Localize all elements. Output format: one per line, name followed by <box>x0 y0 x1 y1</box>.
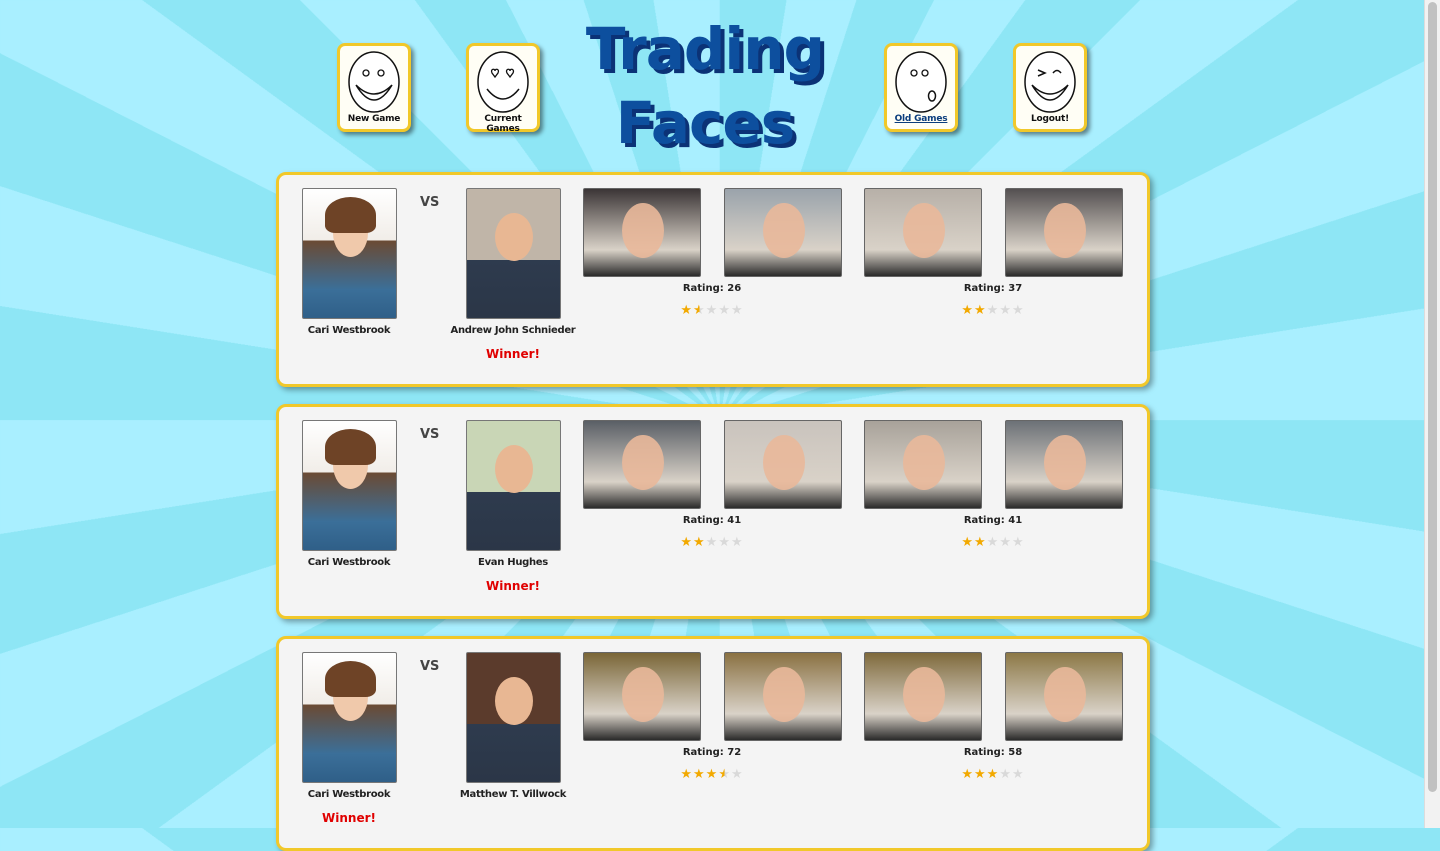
round-rating: Rating: 72 <box>682 747 742 758</box>
star-icon[interactable]: ★ <box>1012 535 1025 550</box>
winner-label: Winner! <box>322 811 376 825</box>
round-rating: Rating: 41 <box>963 515 1023 526</box>
kiss-face-icon <box>895 51 947 113</box>
face-shot-photo[interactable] <box>864 652 982 741</box>
current-games-label: Current Games <box>484 114 522 134</box>
star-rating[interactable]: ★★★★★ <box>923 303 1063 318</box>
star-icon[interactable]: ★ <box>999 767 1012 782</box>
new-game-button[interactable]: New Game <box>337 43 411 132</box>
star-icon[interactable]: ★ <box>974 303 987 318</box>
heart-eyes-face-icon <box>477 51 529 113</box>
player2-name: Andrew John Schnieder <box>450 325 576 336</box>
star-icon[interactable]: ★ <box>693 767 706 782</box>
player2-name: Evan Hughes <box>478 557 548 568</box>
star-icon[interactable]: ★ <box>680 535 693 550</box>
round-rating: Rating: 26 <box>682 283 742 294</box>
star-icon[interactable]: ★ <box>974 535 987 550</box>
star-rating[interactable]: ★★★★★ <box>642 535 782 550</box>
player2-photo[interactable] <box>466 188 561 319</box>
player1-name: Cari Westbrook <box>307 789 391 800</box>
star-icon[interactable]: ★ <box>987 767 1000 782</box>
star-icon[interactable]: ★ <box>680 767 693 782</box>
face-shot-photo[interactable] <box>1005 652 1123 741</box>
vs-label: VS <box>420 195 440 210</box>
player2-name: Matthew T. Villwock <box>459 789 567 800</box>
scrollbar[interactable] <box>1424 0 1440 828</box>
round-rating: Rating: 58 <box>963 747 1023 758</box>
star-rating[interactable]: ★★★★★ <box>642 767 782 782</box>
star-icon[interactable]: ★ <box>961 535 974 550</box>
star-rating[interactable]: ★★★★★ <box>923 535 1063 550</box>
face-shot-photo[interactable] <box>583 420 701 509</box>
star-icon[interactable]: ★ <box>961 303 974 318</box>
star-icon[interactable]: ★ <box>680 303 693 318</box>
round-rating: Rating: 37 <box>963 283 1023 294</box>
winner-label: Winner! <box>486 347 540 361</box>
star-icon[interactable]: ★ <box>731 303 744 318</box>
star-icon[interactable]: ★ <box>1012 767 1025 782</box>
star-icon[interactable]: ★ <box>693 535 706 550</box>
star-icon[interactable]: ★ <box>987 303 1000 318</box>
star-rating[interactable]: ★★★★★ <box>642 303 782 318</box>
face-shot-photo[interactable] <box>1005 188 1123 277</box>
game-card[interactable]: Cari Westbrook VS Andrew John Schnieder Wi… <box>276 172 1150 387</box>
page-title: Trading Faces <box>585 15 825 157</box>
star-icon[interactable]: ★ <box>718 535 731 550</box>
star-icon[interactable]: ★ <box>693 303 706 318</box>
round-rating: Rating: 41 <box>682 515 742 526</box>
current-games-button[interactable]: Current Games <box>466 43 540 134</box>
player1-photo[interactable] <box>302 420 397 551</box>
star-icon[interactable]: ★ <box>1012 303 1025 318</box>
player1-photo[interactable] <box>302 188 397 319</box>
star-icon[interactable]: ★ <box>731 535 744 550</box>
face-shot-photo[interactable] <box>864 420 982 509</box>
game-card[interactable]: Cari Westbrook VS Evan Hughes Winner! Rati… <box>276 404 1150 619</box>
face-shot-photo[interactable] <box>724 420 842 509</box>
logout-button[interactable]: Logout! <box>1013 43 1087 132</box>
old-games-button[interactable]: Old Games <box>884 43 958 132</box>
winking-face-icon <box>1024 51 1076 113</box>
logout-label: Logout! <box>1031 114 1069 124</box>
new-game-label: New Game <box>347 114 401 124</box>
star-icon[interactable]: ★ <box>961 767 974 782</box>
smiley-face-icon <box>348 51 400 113</box>
scrollbar-thumb[interactable] <box>1428 2 1437 792</box>
vs-label: VS <box>420 427 440 442</box>
face-shot-photo[interactable] <box>1005 420 1123 509</box>
star-icon[interactable]: ★ <box>718 303 731 318</box>
face-shot-photo[interactable] <box>724 652 842 741</box>
player1-photo[interactable] <box>302 652 397 783</box>
star-icon[interactable]: ★ <box>706 303 719 318</box>
vs-label: VS <box>420 659 440 674</box>
face-shot-photo[interactable] <box>583 188 701 277</box>
star-icon[interactable]: ★ <box>718 767 731 782</box>
player1-name: Cari Westbrook <box>307 325 391 336</box>
face-shot-photo[interactable] <box>724 188 842 277</box>
face-shot-photo[interactable] <box>583 652 701 741</box>
game-card[interactable]: Cari Westbrook Winner! VS Matthew T. Villw… <box>276 636 1150 851</box>
star-icon[interactable]: ★ <box>974 767 987 782</box>
star-icon[interactable]: ★ <box>999 535 1012 550</box>
face-shot-photo[interactable] <box>864 188 982 277</box>
star-icon[interactable]: ★ <box>987 535 1000 550</box>
star-icon[interactable]: ★ <box>731 767 744 782</box>
old-games-link[interactable]: Old Games <box>887 114 955 124</box>
star-icon[interactable]: ★ <box>706 767 719 782</box>
star-rating[interactable]: ★★★★★ <box>923 767 1063 782</box>
player1-name: Cari Westbrook <box>307 557 391 568</box>
player2-photo[interactable] <box>466 420 561 551</box>
player2-photo[interactable] <box>466 652 561 783</box>
winner-label: Winner! <box>486 579 540 593</box>
star-icon[interactable]: ★ <box>706 535 719 550</box>
star-icon[interactable]: ★ <box>999 303 1012 318</box>
